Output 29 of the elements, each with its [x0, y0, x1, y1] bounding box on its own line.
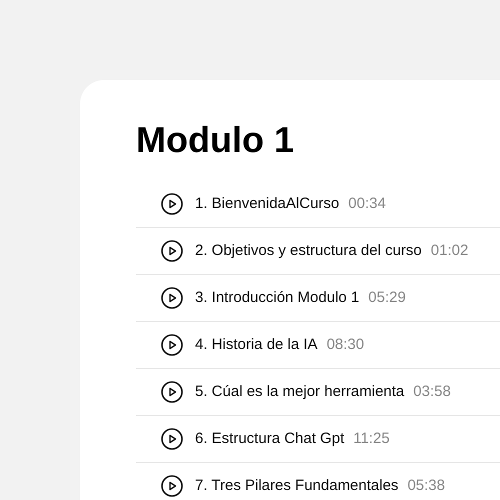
lesson-row[interactable]: 4. Historia de la IA 08:30 [136, 322, 500, 369]
lesson-title: 3. Introducción Modulo 1 [195, 288, 360, 308]
lesson-title: 1. BienvenidaAlCurso [195, 194, 340, 214]
lesson-duration: 05:29 [368, 288, 406, 308]
play-icon[interactable] [161, 381, 183, 403]
lesson-title: 2. Objetivos y estructura del curso [195, 240, 422, 261]
lesson-row[interactable]: 2. Objetivos y estructura del curso 01:02 [136, 228, 500, 275]
play-icon[interactable] [161, 475, 183, 497]
play-icon[interactable] [161, 428, 183, 450]
play-icon[interactable] [161, 193, 183, 215]
lesson-duration: 05:38 [407, 476, 445, 496]
lesson-row[interactable]: 1. BienvenidaAlCurso 00:34 [136, 181, 500, 228]
lesson-duration: 01:02 [430, 240, 468, 261]
lesson-title: 4. Historia de la IA [195, 334, 318, 355]
lesson-duration: 11:25 [353, 428, 390, 449]
lesson-title: 7. Tres Pilares Fundamentales [195, 476, 398, 496]
lesson-row[interactable]: 3. Introducción Modulo 1 05:29 [136, 275, 500, 322]
lesson-duration: 00:34 [348, 194, 386, 214]
lesson-row[interactable]: 7. Tres Pilares Fundamentales 05:38 [136, 463, 500, 500]
lesson-title: 5. Cúal es la mejor herramienta [195, 382, 404, 402]
lesson-row[interactable]: 6. Estructura Chat Gpt 11:25 [136, 416, 500, 463]
module-title: Modulo 1 [136, 120, 294, 160]
play-icon[interactable] [161, 240, 183, 262]
play-icon[interactable] [161, 334, 183, 356]
lesson-row[interactable]: 5. Cúal es la mejor herramienta 03:58 [136, 369, 500, 416]
lesson-duration: 08:30 [326, 334, 364, 355]
play-icon[interactable] [161, 287, 183, 309]
lesson-title: 6. Estructura Chat Gpt [195, 428, 344, 449]
lesson-duration: 03:58 [413, 382, 451, 402]
